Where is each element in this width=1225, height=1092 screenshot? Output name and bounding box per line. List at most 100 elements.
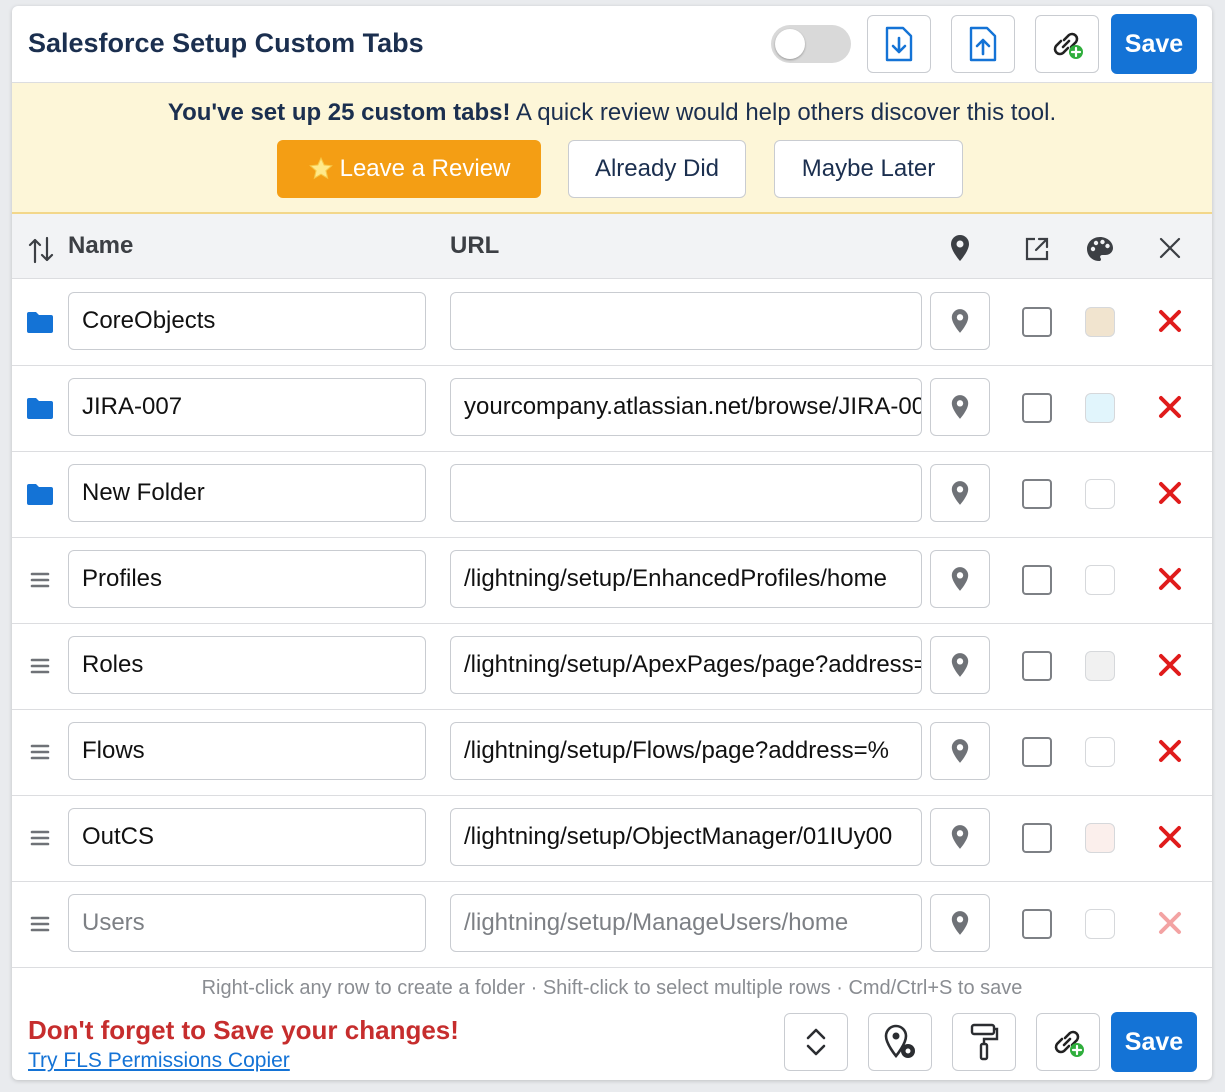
delete-x-icon: [1159, 826, 1181, 848]
name-input[interactable]: Roles: [68, 636, 426, 694]
open-new-tab-checkbox[interactable]: [1022, 393, 1052, 423]
add-link-icon: [1054, 1030, 1084, 1057]
enable-toggle[interactable]: [771, 25, 851, 63]
add-link-button-bottom[interactable]: [1036, 1013, 1100, 1071]
name-input[interactable]: JIRA-007: [68, 378, 426, 436]
delete-x-icon: [1159, 568, 1181, 590]
name-input[interactable]: CoreObjects: [68, 292, 426, 350]
url-input[interactable]: /lightning/setup/ObjectManager/01IUy00: [450, 808, 922, 866]
table-row[interactable]: Profiles /lightning/setup/EnhancedProfil…: [12, 537, 1212, 624]
unsaved-warning: Don't forget to Save your changes!: [28, 1015, 459, 1045]
drag-handle-icon[interactable]: [26, 738, 54, 766]
export-button[interactable]: [867, 15, 931, 73]
open-new-tab-checkbox[interactable]: [1022, 307, 1052, 337]
drag-handle-icon[interactable]: [26, 566, 54, 594]
pin-button[interactable]: [930, 636, 990, 694]
save-button-top[interactable]: Save: [1111, 14, 1197, 74]
drag-handle-icon[interactable]: [26, 824, 54, 852]
fls-copier-link[interactable]: Try FLS Permissions Copier: [28, 1049, 290, 1073]
pin-button[interactable]: [930, 464, 990, 522]
table-row[interactable]: OutCS /lightning/setup/ObjectManager/01I…: [12, 795, 1212, 882]
pin-button[interactable]: [930, 292, 990, 350]
delete-button[interactable]: [1156, 734, 1184, 768]
delete-x-icon: [1159, 740, 1181, 762]
new-row[interactable]: Users /lightning/setup/ManageUsers/home: [12, 881, 1212, 968]
pin-icon: [951, 825, 969, 849]
table-row[interactable]: JIRA-007 yourcompany.atlassian.net/brows…: [12, 365, 1212, 452]
leave-review-label: Leave a Review: [339, 155, 511, 182]
save-button-bottom[interactable]: Save: [1111, 1012, 1197, 1072]
sort-icon[interactable]: [28, 236, 54, 264]
table-row[interactable]: CoreObjects: [12, 279, 1212, 366]
delete-button[interactable]: [1156, 476, 1184, 510]
url-input[interactable]: /lightning/setup/Flows/page?address=%: [450, 722, 922, 780]
url-input[interactable]: /lightning/setup/ApexPages/page?address=: [450, 636, 922, 694]
name-input-placeholder[interactable]: Users: [68, 894, 426, 952]
pin-button[interactable]: [930, 550, 990, 608]
color-swatch[interactable]: [1085, 479, 1115, 509]
external-link-icon: [1025, 237, 1049, 261]
color-swatch[interactable]: [1085, 307, 1115, 337]
drag-handle-icon[interactable]: [26, 652, 54, 680]
expand-collapse-button[interactable]: [784, 1013, 848, 1071]
url-input[interactable]: yourcompany.atlassian.net/browse/JIRA-00…: [450, 378, 922, 436]
pin-icon: [951, 235, 969, 261]
add-link-button[interactable]: [1035, 15, 1099, 73]
column-name: Name: [68, 232, 134, 259]
delete-button[interactable]: [1156, 390, 1184, 424]
delete-button[interactable]: [1156, 906, 1184, 940]
color-swatch[interactable]: [1085, 565, 1115, 595]
delete-x-icon: [1159, 482, 1181, 504]
pin-button[interactable]: [930, 378, 990, 436]
import-button[interactable]: [951, 15, 1015, 73]
delete-button[interactable]: [1156, 820, 1184, 854]
open-new-tab-checkbox[interactable]: [1022, 565, 1052, 595]
table-row[interactable]: Roles /lightning/setup/ApexPages/page?ad…: [12, 623, 1212, 710]
pin-button[interactable]: [930, 722, 990, 780]
color-swatch[interactable]: [1085, 823, 1115, 853]
custom-tabs-panel: Salesforce Setup Custom Tabs Save You've…: [12, 6, 1212, 1080]
maybe-later-button[interactable]: Maybe Later: [774, 140, 963, 198]
color-swatch[interactable]: [1085, 909, 1115, 939]
already-did-button[interactable]: Already Did: [568, 140, 746, 198]
open-new-tab-checkbox[interactable]: [1022, 479, 1052, 509]
delete-button[interactable]: [1156, 648, 1184, 682]
color-swatch[interactable]: [1085, 393, 1115, 423]
page-title: Salesforce Setup Custom Tabs: [28, 28, 424, 58]
folder-icon: [26, 308, 54, 336]
table-row[interactable]: Flows /lightning/setup/Flows/page?addres…: [12, 709, 1212, 796]
pin-icon: [951, 567, 969, 591]
upload-icon: [969, 26, 997, 62]
url-input[interactable]: /lightning/setup/EnhancedProfiles/home: [450, 550, 922, 608]
open-new-tab-checkbox[interactable]: [1022, 651, 1052, 681]
open-new-tab-checkbox[interactable]: [1022, 823, 1052, 853]
url-input[interactable]: [450, 464, 922, 522]
pin-button[interactable]: [930, 808, 990, 866]
open-new-tab-checkbox[interactable]: [1022, 737, 1052, 767]
leave-review-button[interactable]: Leave a Review: [277, 140, 541, 198]
open-new-tab-checkbox[interactable]: [1022, 909, 1052, 939]
star-icon: [308, 156, 333, 180]
close-icon[interactable]: [1159, 237, 1181, 259]
paint-roller-button[interactable]: [952, 1013, 1016, 1071]
name-input[interactable]: New Folder: [68, 464, 426, 522]
delete-x-icon: [1159, 396, 1181, 418]
url-input-placeholder[interactable]: /lightning/setup/ManageUsers/home: [450, 894, 922, 952]
review-banner: You've set up 25 custom tabs! A quick re…: [12, 83, 1212, 214]
table-row[interactable]: New Folder: [12, 451, 1212, 538]
name-input[interactable]: Flows: [68, 722, 426, 780]
name-input[interactable]: Profiles: [68, 550, 426, 608]
delete-button[interactable]: [1156, 304, 1184, 338]
palette-icon: [1087, 237, 1113, 261]
name-input[interactable]: OutCS: [68, 808, 426, 866]
add-link-icon: [1053, 32, 1083, 59]
header: Salesforce Setup Custom Tabs Save: [12, 6, 1212, 83]
pin-settings-button[interactable]: [868, 1013, 932, 1071]
color-swatch[interactable]: [1085, 737, 1115, 767]
drag-handle-icon[interactable]: [26, 910, 54, 938]
url-input[interactable]: [450, 292, 922, 350]
pin-button[interactable]: [930, 894, 990, 952]
pin-settings-icon: [884, 1024, 915, 1059]
delete-button[interactable]: [1156, 562, 1184, 596]
color-swatch[interactable]: [1085, 651, 1115, 681]
